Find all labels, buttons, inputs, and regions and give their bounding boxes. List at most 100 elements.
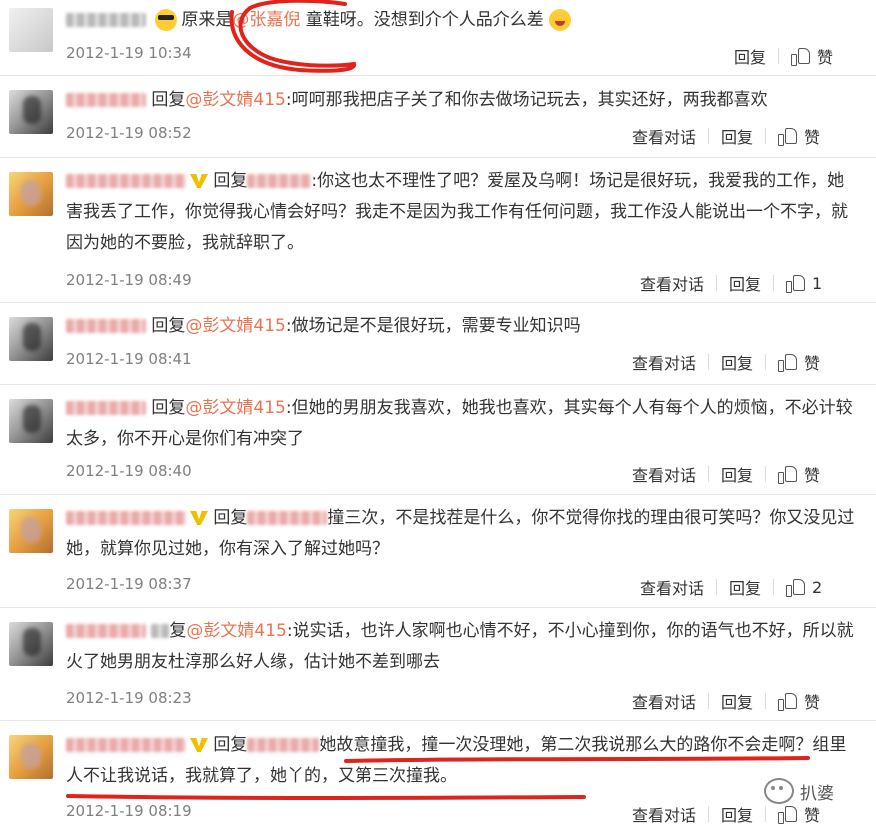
- comment-time: 2012-1-19 08:40: [66, 462, 192, 480]
- comment-text: 回复@彭文婧415:做场记是不是很好玩，需要专业知识吗: [66, 311, 860, 342]
- divider: [765, 806, 767, 822]
- reply-prefix: 回复: [151, 90, 186, 110]
- mention-link[interactable]: @彭文婧415: [185, 316, 285, 336]
- blurred-mention[interactable]: [247, 511, 328, 525]
- avatar[interactable]: [9, 8, 53, 52]
- comment-actions: 回复 赞: [734, 44, 833, 68]
- reply-button[interactable]: 回复: [721, 802, 753, 826]
- view-conversation-link[interactable]: 查看对话: [632, 689, 696, 713]
- comment-actions: 查看对话 回复 赞: [632, 462, 820, 486]
- comment-text: 原来是@张嘉倪 童鞋呀。没想到介个人品介么差: [66, 5, 860, 36]
- reply-button[interactable]: 回复: [721, 124, 753, 148]
- reply-prefix: 回复: [151, 398, 186, 418]
- mention-link[interactable]: @彭文婧415: [185, 90, 285, 110]
- comment-time: 2012-1-19 10:34: [66, 44, 192, 62]
- reply-button[interactable]: 回复: [734, 44, 766, 68]
- blurred-username[interactable]: [66, 624, 146, 638]
- comment-item: 回复@彭文婧415:做场记是不是很好玩，需要专业知识吗 2012-1-19 08…: [0, 302, 876, 385]
- reply-button[interactable]: 回复: [721, 689, 753, 713]
- comment-actions: 查看对话 回复 2: [640, 575, 822, 599]
- comment-text-part: 童鞋呀。没想到介个人品介么差: [300, 10, 544, 30]
- like-label: 赞: [804, 466, 821, 485]
- comment-text-part: 原来是: [181, 10, 233, 30]
- thumbs-up-icon: [786, 578, 806, 597]
- mention-link[interactable]: @彭文婧415: [185, 398, 285, 418]
- blurred-username[interactable]: [66, 511, 186, 525]
- comment-text-part: :做场记是不是很好玩，需要专业知识吗: [285, 316, 581, 336]
- comment-time: 2012-1-19 08:19: [66, 802, 192, 820]
- blurred-text: [151, 624, 170, 638]
- divider: [765, 693, 767, 709]
- view-conversation-link[interactable]: 查看对话: [640, 575, 704, 599]
- blurred-username[interactable]: [66, 738, 186, 752]
- avatar[interactable]: [9, 735, 53, 779]
- reply-prefix: 回复: [213, 508, 248, 528]
- comment-item: 回复 她故意撞我，撞一次没理她，第二次我说那么大的路你不会走啊？组里人不让我说话，…: [0, 720, 876, 829]
- blurred-mention[interactable]: [247, 174, 312, 188]
- reply-prefix: 复: [169, 621, 187, 641]
- like-count: 2: [812, 577, 823, 597]
- view-conversation-link[interactable]: 查看对话: [632, 124, 696, 148]
- divider: [773, 275, 775, 291]
- reply-prefix: 回复: [213, 735, 248, 755]
- like-button[interactable]: 赞: [778, 689, 820, 713]
- mention-link[interactable]: @彭文婧415: [186, 621, 286, 641]
- avatar[interactable]: [9, 317, 53, 361]
- divider: [765, 466, 767, 482]
- comment-actions: 查看对话 回复 赞: [632, 124, 820, 148]
- view-conversation-link[interactable]: 查看对话: [640, 271, 704, 295]
- view-conversation-link[interactable]: 查看对话: [632, 350, 696, 374]
- comment-time: 2012-1-19 08:52: [66, 124, 192, 142]
- vip-badge-icon: [190, 511, 208, 525]
- like-label: 赞: [804, 806, 821, 825]
- like-button[interactable]: 1: [786, 274, 822, 293]
- divider: [716, 579, 718, 595]
- comment-item: 回复:你这也太不理性了吧？爱屋及乌啊！场记是很好玩，我爱我的工作，她害我丢了工作…: [0, 157, 876, 303]
- comment-text-part: 她故意撞我，撞一次没理她，第二次我说那么大的路你不会走: [319, 735, 779, 755]
- like-button[interactable]: 2: [786, 578, 822, 597]
- view-conversation-link[interactable]: 查看对话: [632, 802, 696, 826]
- divider: [716, 275, 718, 291]
- avatar[interactable]: [9, 90, 53, 134]
- comment-text: 回复@彭文婧415:但她的男朋友我喜欢，她我也喜欢，其实每个人有每个人的烦恼，不…: [66, 393, 860, 455]
- avatar[interactable]: [9, 622, 53, 666]
- divider: [773, 579, 775, 595]
- comment-text-part: :你这也太不理性了吧？爱屋及乌啊！场记是很好玩，我爱我的: [311, 171, 777, 191]
- sunglasses-emoji-icon: [155, 9, 178, 31]
- avatar[interactable]: [9, 509, 53, 553]
- avatar[interactable]: [9, 399, 53, 443]
- comment-item: 原来是@张嘉倪 童鞋呀。没想到介个人品介么差 2012-1-19 10:34 回…: [0, 0, 876, 76]
- like-button[interactable]: 赞: [791, 44, 833, 68]
- comment-text: 复@彭文婧415:说实话，也许人家啊也心情不好，不小心撞到你，你的语气也不好，所…: [66, 616, 860, 678]
- comment-text-part: 撞三次，不是找茬是什么，你不觉得你找的理由很可笑吗？你: [327, 508, 787, 528]
- thumbs-up-icon: [778, 465, 798, 484]
- view-conversation-link[interactable]: 查看对话: [632, 462, 696, 486]
- reply-prefix: 回复: [213, 171, 248, 191]
- blurred-mention[interactable]: [247, 738, 320, 752]
- thumbs-up-icon: [778, 692, 798, 711]
- reply-button[interactable]: 回复: [729, 271, 761, 295]
- like-button[interactable]: 赞: [778, 802, 820, 826]
- like-button[interactable]: 赞: [778, 462, 820, 486]
- mention-link[interactable]: @张嘉倪: [232, 10, 300, 30]
- comment-actions: 查看对话 回复 赞: [632, 802, 820, 826]
- thumbs-up-icon: [786, 274, 806, 293]
- blurred-username[interactable]: [66, 401, 146, 415]
- reply-button[interactable]: 回复: [721, 462, 753, 486]
- avatar[interactable]: [9, 172, 53, 216]
- thumbs-up-icon: [778, 353, 798, 372]
- blurred-username[interactable]: [66, 13, 146, 27]
- reply-button[interactable]: 回复: [721, 350, 753, 374]
- like-label: 赞: [804, 128, 821, 147]
- like-label: 赞: [817, 48, 834, 67]
- like-button[interactable]: 赞: [778, 124, 820, 148]
- blurred-username[interactable]: [66, 174, 186, 188]
- crying-emoji-icon: [549, 9, 572, 31]
- reply-button[interactable]: 回复: [729, 575, 761, 599]
- divider: [708, 806, 710, 822]
- blurred-username[interactable]: [66, 93, 146, 107]
- divider: [708, 128, 710, 144]
- like-label: 赞: [804, 693, 821, 712]
- like-button[interactable]: 赞: [778, 350, 820, 374]
- blurred-username[interactable]: [66, 319, 146, 333]
